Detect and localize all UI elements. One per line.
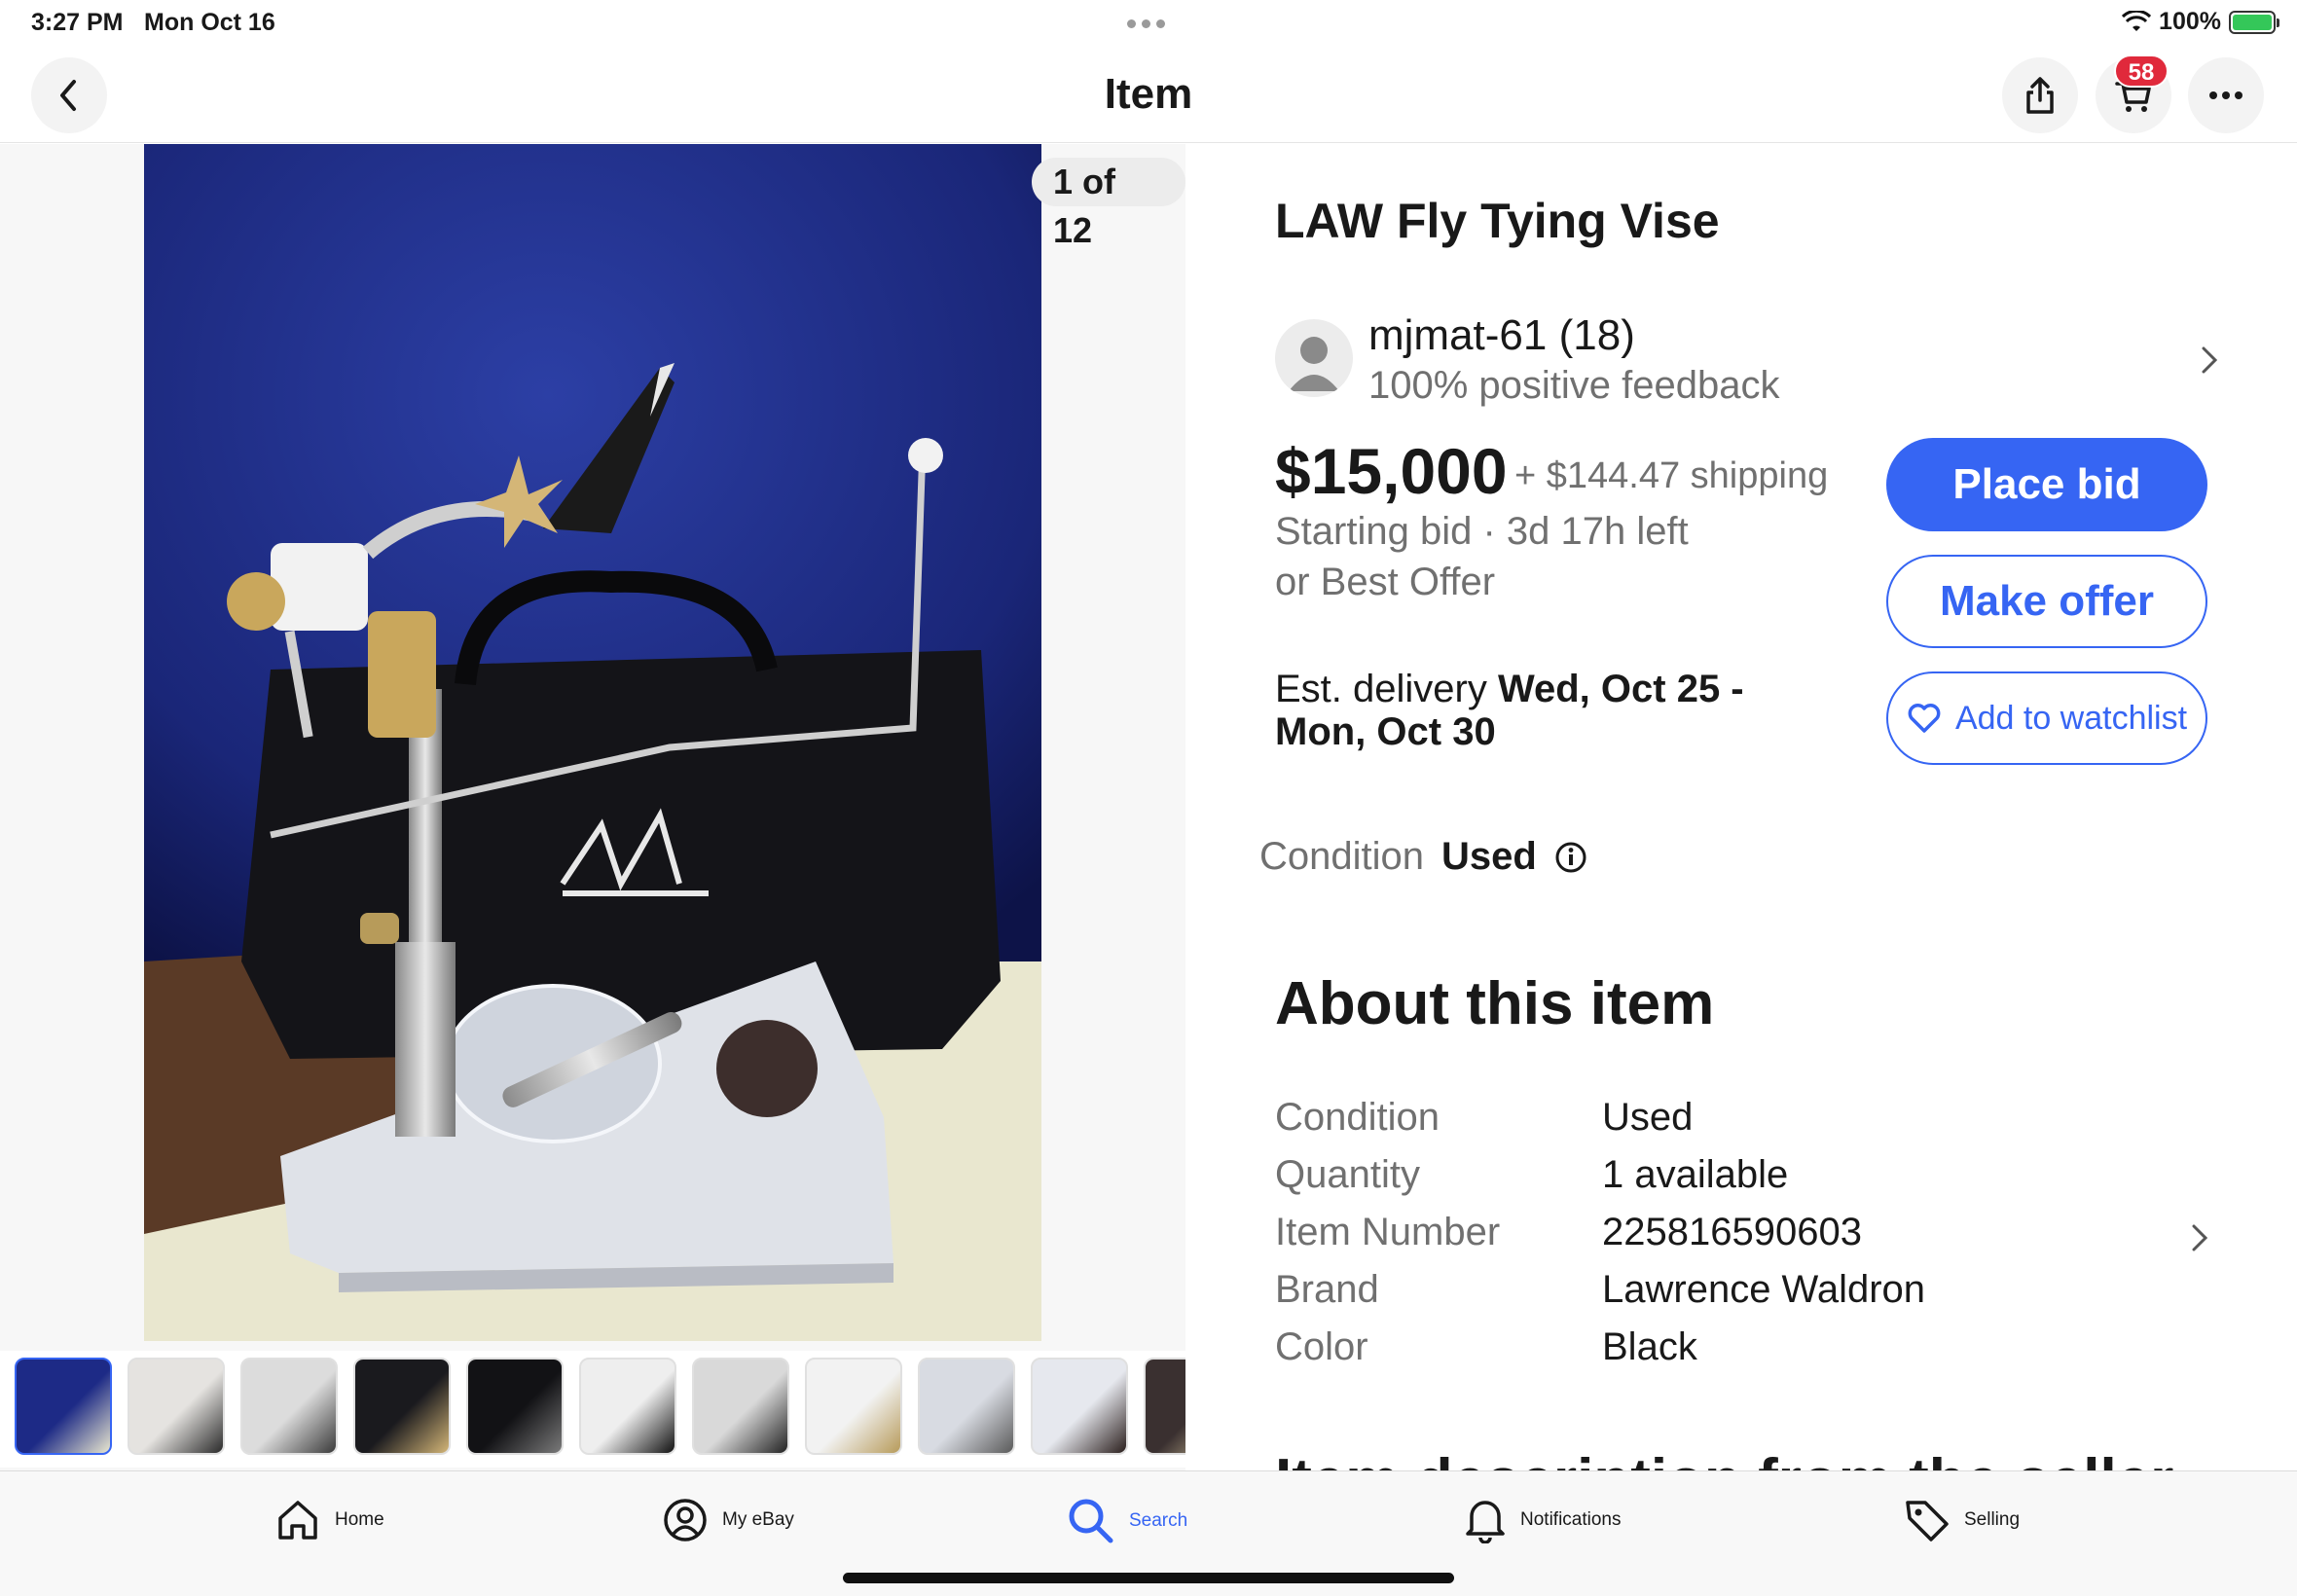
photo-thumbnail[interactable]	[353, 1358, 451, 1455]
photo-thumbnail[interactable]	[128, 1358, 225, 1455]
watchlist-label: Add to watchlist	[1954, 699, 2188, 737]
make-offer-button[interactable]: Make offer	[1886, 555, 2207, 648]
photo-counter: 1 of 12	[1032, 158, 1185, 250]
photo-thumbnail[interactable]	[240, 1358, 338, 1455]
condition-row: Condition Used	[1259, 835, 1587, 879]
best-offer-text: or Best Offer	[1275, 561, 1496, 603]
seller-name: mjmat-61 (18)	[1368, 311, 1635, 359]
seller-info-row[interactable]: mjmat-61 (18) 100% positive feedback	[1275, 311, 2219, 409]
heart-icon	[1908, 704, 1941, 733]
photo-thumbnail[interactable]	[1144, 1358, 1185, 1455]
item-description-heading: Item description from the seller	[1275, 1446, 2173, 1471]
status-date: Mon Oct 16	[144, 9, 275, 36]
tab-notifications[interactable]: Notifications	[1464, 1497, 1622, 1543]
spec-row-item-number[interactable]: Item Number 225816590603	[1275, 1211, 2209, 1268]
tab-label: My eBay	[722, 1509, 794, 1530]
more-icon	[2209, 91, 2242, 99]
spec-row-quantity: Quantity 1 available	[1275, 1153, 2209, 1211]
multitasking-dots[interactable]	[1127, 19, 1165, 28]
delivery-prefix: Est. delivery	[1275, 668, 1498, 710]
photo-thumbnail[interactable]	[918, 1358, 1015, 1455]
condition-label: Condition	[1259, 835, 1425, 878]
photo-thumbnail[interactable]	[805, 1358, 902, 1455]
tab-search[interactable]: Search	[1067, 1497, 1187, 1545]
place-bid-button[interactable]: Place bid	[1886, 438, 2207, 531]
spec-label: Color	[1275, 1325, 1368, 1368]
share-button[interactable]	[2002, 57, 2078, 133]
spec-label: Condition	[1275, 1096, 1440, 1139]
seller-feedback: 100% positive feedback	[1368, 364, 1780, 407]
product-photo-image	[144, 144, 1041, 1341]
spec-value: 225816590603	[1602, 1211, 1862, 1253]
home-indicator[interactable]	[843, 1573, 1454, 1583]
spec-value: Used	[1602, 1096, 1694, 1139]
photo-thumbnail[interactable]	[466, 1358, 564, 1455]
spec-value: 1 available	[1602, 1153, 1789, 1196]
spec-label: Quantity	[1275, 1153, 1420, 1196]
photo-thumbnail[interactable]	[1031, 1358, 1128, 1455]
chevron-right-icon	[2192, 1224, 2208, 1251]
tab-label: Selling	[1964, 1509, 2021, 1530]
user-icon	[1289, 337, 1339, 391]
main-product-photo[interactable]	[144, 144, 1041, 1341]
seller-avatar	[1275, 319, 1353, 397]
thumbnail-strip[interactable]	[0, 1351, 1185, 1468]
page-title: Item	[1104, 70, 1193, 118]
bell-icon	[1466, 1501, 1505, 1543]
battery-percent: 100%	[2159, 8, 2221, 35]
spec-row-color: Color Black	[1275, 1325, 2209, 1383]
spec-value: Black	[1602, 1325, 1697, 1368]
spec-label: Item Number	[1275, 1211, 1501, 1253]
more-options-button[interactable]	[2188, 57, 2264, 133]
shipping-cost: + $144.47 shipping	[1514, 455, 1829, 496]
tab-home[interactable]: Home	[274, 1497, 384, 1543]
tag-icon	[1906, 1501, 1949, 1542]
media-gallery: 1 of 12	[0, 144, 1185, 1471]
photo-thumbnail[interactable]	[15, 1358, 112, 1455]
add-to-watchlist-button[interactable]: Add to watchlist	[1886, 671, 2207, 765]
spec-label: Brand	[1275, 1268, 1379, 1311]
spec-value: Lawrence Waldron	[1602, 1268, 1926, 1311]
condition-value: Used	[1441, 835, 1537, 878]
search-icon	[1069, 1499, 1113, 1543]
cart-count-badge: 58	[2114, 54, 2169, 88]
tab-label: Home	[335, 1509, 384, 1530]
item-title: LAW Fly Tying Vise	[1275, 194, 1720, 248]
item-specifics: Condition Used Quantity 1 available Item…	[1275, 1096, 2209, 1383]
estimated-delivery: Est. delivery Wed, Oct 25 - Mon, Oct 30	[1275, 668, 1840, 753]
bid-info: Starting bid · 3d 17h left	[1275, 510, 1689, 553]
status-time: 3:27 PM	[31, 9, 124, 36]
user-circle-icon	[664, 1499, 707, 1542]
info-icon[interactable]	[1554, 841, 1587, 874]
battery-icon	[2229, 10, 2279, 34]
item-price: $15,000	[1275, 435, 1508, 507]
tab-my-ebay[interactable]: My eBay	[662, 1497, 794, 1543]
chevron-right-icon	[2202, 346, 2218, 374]
spec-row-condition: Condition Used	[1275, 1096, 2209, 1153]
wifi-icon	[2122, 10, 2152, 31]
status-indicators: 100%	[2122, 8, 2279, 36]
photo-thumbnail[interactable]	[579, 1358, 676, 1455]
photo-thumbnail[interactable]	[692, 1358, 789, 1455]
home-icon	[278, 1501, 317, 1540]
spec-row-brand: Brand Lawrence Waldron	[1275, 1268, 2209, 1325]
tab-label: Notifications	[1520, 1509, 1622, 1530]
about-heading: About this item	[1275, 970, 1715, 1037]
status-bar: 3:27 PM Mon Oct 16 100%	[0, 0, 2297, 47]
share-icon	[2026, 77, 2054, 114]
tab-selling[interactable]: Selling	[1904, 1497, 2020, 1543]
nav-bar: Item 58	[0, 47, 2297, 143]
tab-label: Search	[1129, 1510, 1188, 1531]
